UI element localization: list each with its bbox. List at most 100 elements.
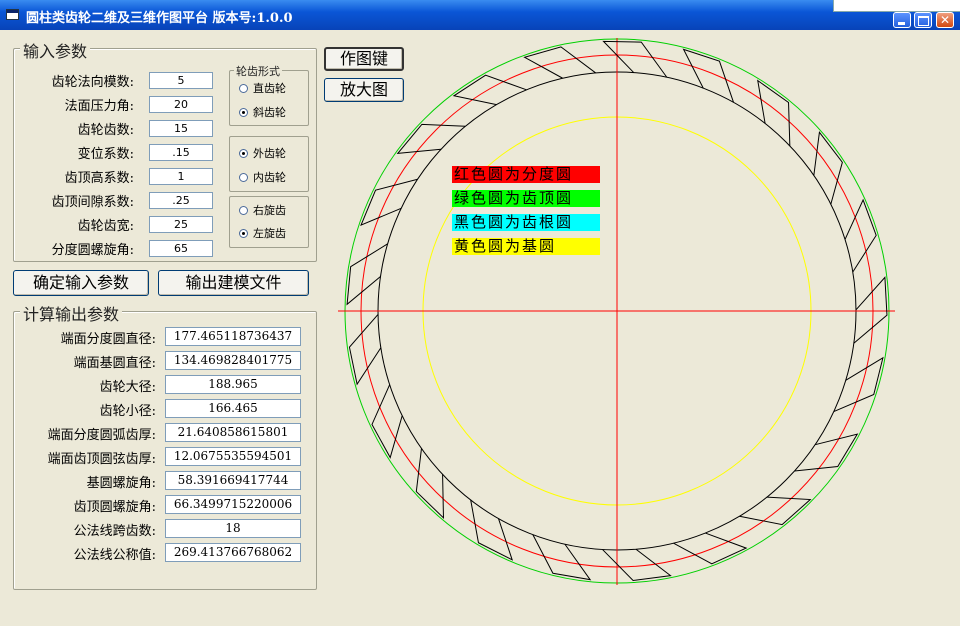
radio-label: 左旋齿 [253,227,286,240]
output-label: 公法线跨齿数: [73,524,156,539]
gear-tooth [371,384,403,459]
output-params-legend: 计算输出参数 [20,301,123,325]
input-field[interactable]: 20 [149,96,213,113]
export-model-button[interactable]: 输出建模文件 [158,270,309,296]
radio-external-gear[interactable]: 外齿轮 [239,145,286,161]
input-label: 齿顶高系数: [64,171,134,186]
window-title: 圆柱类齿轮二维及三维作图平台 版本号:1.0.0 [26,11,293,26]
app-icon[interactable] [6,9,19,20]
input-field[interactable]: 25 [149,216,213,233]
output-value: 21.640858615801 [165,423,301,442]
input-field[interactable]: 15 [149,120,213,137]
input-field[interactable]: 1 [149,168,213,185]
input-label: 齿轮法向模数: [51,75,134,90]
confirm-input-button[interactable]: 确定输入参数 [13,270,149,296]
gear-form-legend: 轮齿形式 [234,63,282,79]
input-field[interactable]: .15 [149,144,213,161]
gear-tooth [415,448,444,520]
overlay-window-edge [833,0,960,12]
gear-tooth [348,314,382,386]
minimize-icon [898,22,905,25]
gear-tooth [360,178,418,226]
output-label: 公法线公称值: [73,548,156,563]
input-field[interactable]: 5 [149,72,213,89]
gear-tooth [470,499,514,561]
gear-tooth [739,496,812,526]
draw-button[interactable]: 作图键 [324,47,404,71]
output-label: 基圆螺旋角: [86,476,156,491]
radio-indicator [239,205,248,215]
gear-tooth [532,534,592,581]
radio-left-hand[interactable]: 左旋齿 [239,225,286,241]
export-model-label: 输出建模文件 [185,273,282,292]
gear-tooth [757,79,791,146]
input-params-legend: 输入参数 [20,38,91,62]
gear-tooth [844,198,877,273]
radio-label: 右旋齿 [253,204,286,217]
zoom-label: 放大图 [339,80,388,99]
gear-tooth [673,532,748,565]
input-field[interactable]: .25 [149,192,213,209]
gear-tooth [813,131,843,205]
input-label: 齿顶间隙系数: [51,195,134,210]
input-label: 分度圆螺旋角: [51,243,134,258]
radio-label: 外齿轮 [253,147,286,160]
title-bar: 圆柱类齿轮二维及三维作图平台 版本号:1.0.0 [0,0,960,30]
radio-label: 直齿轮 [253,82,286,95]
gear-tooth [602,548,672,582]
legend-tag: 黄色圆为基圆 [452,238,600,255]
output-value: 166.465 [165,399,301,418]
tip-circle [344,38,890,584]
output-value: 269.413766768062 [165,543,301,562]
input-label: 变位系数: [77,147,134,162]
input-label: 齿轮齿宽: [77,219,134,234]
output-label: 端面分度圆弧齿厚: [47,428,156,443]
input-field[interactable]: 65 [149,240,213,257]
close-button[interactable]: ✕ [936,12,954,28]
confirm-input-label: 确定输入参数 [32,273,129,292]
radio-indicator [239,228,248,238]
pitch-circle [360,54,874,568]
radio-helical-gear[interactable]: 斜齿轮 [239,104,286,120]
output-label: 齿顶圆螺旋角: [73,500,156,515]
output-label: 齿轮大径: [99,380,156,395]
output-value: 12.0675535594501 [165,447,301,466]
output-label: 端面分度圆直径: [60,332,156,347]
draw-label: 作图键 [339,49,388,68]
input-label: 法面压力角: [64,99,134,114]
gear-tooth [833,356,884,413]
root-circle [377,71,857,551]
radio-indicator [239,172,248,182]
output-value: 18 [165,519,301,538]
output-label: 端面齿顶圆弦齿厚: [47,452,156,467]
zoom-button[interactable]: 放大图 [324,78,404,102]
minimize-button[interactable] [893,12,911,28]
radio-indicator [239,83,248,93]
output-value: 66.3499715220006 [165,495,301,514]
gear-tooth [396,123,466,155]
legend-tag: 黑色圆为齿根圆 [452,214,600,231]
gear-tooth [452,74,527,106]
legend-tag: 绿色圆为齿顶圆 [452,190,600,207]
output-value: 177.465118736437 [165,327,301,346]
radio-internal-gear[interactable]: 内齿轮 [239,169,286,185]
output-label: 齿轮小径: [99,404,156,419]
legend-tag: 红色圆为分度圆 [452,166,600,183]
radio-right-hand[interactable]: 右旋齿 [239,202,286,218]
radio-indicator [239,107,248,117]
gear-tooth [602,40,668,78]
maximize-button[interactable] [914,12,932,28]
radio-spur-gear[interactable]: 直齿轮 [239,80,286,96]
gear-tooth [346,243,388,306]
input-label: 齿轮齿数: [77,123,134,138]
output-value: 134.469828401775 [165,351,301,370]
gear-tooth [682,48,734,103]
gear-tooth [794,433,859,472]
gear-tooth [853,276,888,344]
output-value: 188.965 [165,375,301,394]
gear-tooth [523,46,597,79]
radio-label: 斜齿轮 [253,106,286,119]
output-label: 端面基圆直径: [73,356,156,371]
close-icon: ✕ [939,13,951,27]
maximize-icon [918,16,929,26]
